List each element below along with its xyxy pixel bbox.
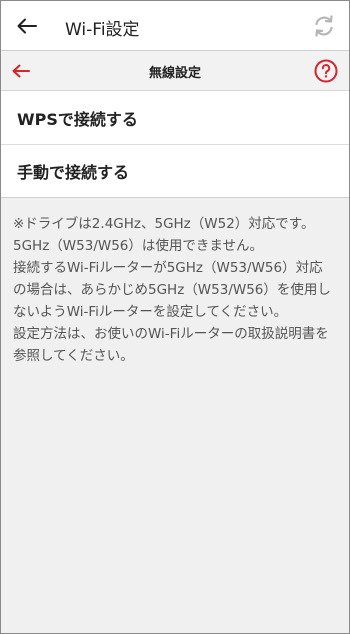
help-button[interactable] xyxy=(311,56,341,86)
sync-button[interactable] xyxy=(307,9,341,43)
arrow-left-icon xyxy=(17,18,37,34)
sync-icon xyxy=(312,14,336,38)
page-title: Wi-Fi設定 xyxy=(65,20,140,40)
app-bar: Wi-Fi設定 xyxy=(1,1,349,51)
menu-item-wps[interactable]: WPSで接続する xyxy=(1,91,349,144)
question-circle-icon xyxy=(314,59,338,83)
menu-item-manual[interactable]: 手動で接続する xyxy=(1,144,349,197)
sub-header: 無線設定 xyxy=(1,51,349,91)
section-title: 無線設定 xyxy=(148,66,201,81)
screen: Wi-Fi設定 無線設定 WPSで接続する 手動で接続する ※ドライブは2.4G… xyxy=(0,0,350,634)
compatibility-note: ※ドライブは2.4GHz、5GHz（W52）対応です。5GHz（W53/W56）… xyxy=(13,216,331,364)
connect-menu: WPSで接続する 手動で接続する xyxy=(1,91,349,198)
back-button[interactable] xyxy=(9,8,45,44)
